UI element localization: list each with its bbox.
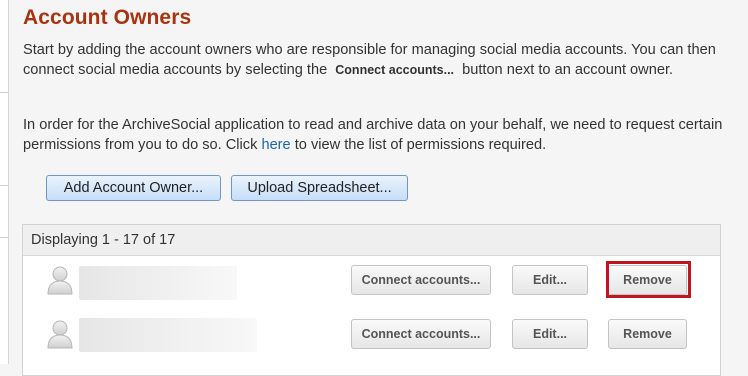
- remove-owner-button[interactable]: Remove: [608, 319, 687, 349]
- user-silhouette-icon: [47, 320, 73, 349]
- sidebar-divider: [0, 92, 8, 93]
- add-account-owner-button[interactable]: Add Account Owner...: [46, 175, 221, 201]
- table-row: Connect accounts... Edit... Remove: [23, 310, 720, 362]
- page-title: Account Owners: [23, 6, 192, 29]
- left-sidebar-edge: [0, 0, 9, 364]
- sidebar-divider: [0, 237, 8, 238]
- remove-owner-button[interactable]: Remove: [608, 265, 687, 295]
- edit-owner-button[interactable]: Edit...: [512, 319, 588, 349]
- intro-text-after: button next to an account owner.: [458, 62, 674, 78]
- upload-spreadsheet-button[interactable]: Upload Spreadsheet...: [231, 175, 408, 201]
- user-silhouette-icon: [47, 266, 73, 295]
- list-summary: Displaying 1 - 17 of 17: [23, 225, 720, 256]
- connect-accounts-button[interactable]: Connect accounts...: [351, 319, 491, 349]
- permissions-paragraph: In order for the ArchiveSocial applicati…: [23, 115, 723, 155]
- inline-connect-label: Connect accounts...: [335, 63, 455, 77]
- owner-name-redacted: [79, 266, 237, 300]
- owner-name-redacted: [79, 318, 257, 352]
- sidebar-divider: [0, 185, 8, 186]
- edit-owner-button[interactable]: Edit...: [512, 265, 588, 295]
- table-row: Connect accounts... Edit... Remove: [23, 256, 720, 308]
- connect-accounts-button[interactable]: Connect accounts...: [351, 265, 491, 295]
- permissions-link[interactable]: here: [261, 137, 290, 153]
- intro-paragraph: Start by adding the account owners who a…: [23, 40, 723, 80]
- account-owners-panel: Displaying 1 - 17 of 17 Connect accounts…: [22, 224, 721, 376]
- permissions-text-after: to view the list of permissions required…: [290, 137, 547, 153]
